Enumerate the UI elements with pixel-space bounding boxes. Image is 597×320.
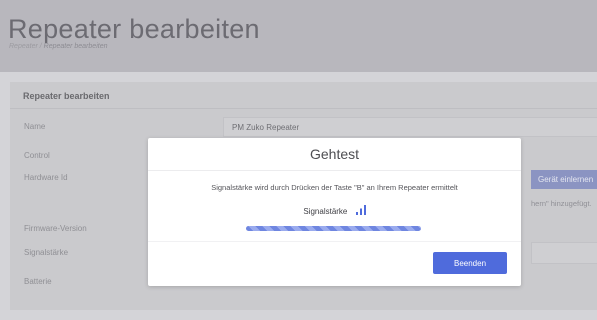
page-header: Repeater bearbeiten Repeater / Repeater …: [0, 0, 597, 72]
end-button[interactable]: Beenden: [433, 252, 507, 274]
card-divider: [10, 108, 597, 109]
walk-test-modal: Gehtest Signalstärke wird durch Drücken …: [148, 138, 521, 286]
firmware-label: Firmware-Version: [24, 224, 87, 233]
name-input-value: PM Zuko Repeater: [232, 123, 300, 132]
name-input[interactable]: PM Zuko Repeater: [223, 117, 597, 137]
breadcrumb-current: Repeater bearbeiten: [43, 43, 108, 50]
card-title: Repeater bearbeiten: [23, 91, 110, 101]
breadcrumb-separator: /: [39, 43, 42, 50]
signal-label: Signalstärke: [24, 248, 69, 257]
page-title: Repeater bearbeiten: [8, 14, 260, 44]
modal-message: Signalstärke wird durch Drücken der Tast…: [211, 183, 458, 192]
breadcrumb-root[interactable]: Repeater: [9, 43, 38, 50]
signal-strength-row: Signalstärke: [148, 205, 521, 217]
modal-divider: [148, 170, 521, 171]
learn-hint-text: hern" hinzugefügt.: [531, 199, 592, 208]
progress-fill: [246, 226, 421, 231]
signal-bars-icon: [355, 205, 366, 217]
battery-label: Batterie: [24, 277, 52, 286]
modal-footer-divider: [148, 241, 521, 242]
signal-strength-label: Signalstärke: [303, 207, 348, 216]
name-label: Name: [24, 122, 46, 131]
modal-title: Gehtest: [309, 146, 360, 162]
progress-bar: [246, 226, 421, 231]
learn-device-button[interactable]: Gerät einlernen: [531, 170, 597, 189]
hardware-id-label: Hardware Id: [24, 173, 68, 182]
signal-field[interactable]: [531, 242, 597, 264]
control-label: Control: [24, 151, 50, 160]
breadcrumb: Repeater / Repeater bearbeiten: [9, 43, 107, 50]
